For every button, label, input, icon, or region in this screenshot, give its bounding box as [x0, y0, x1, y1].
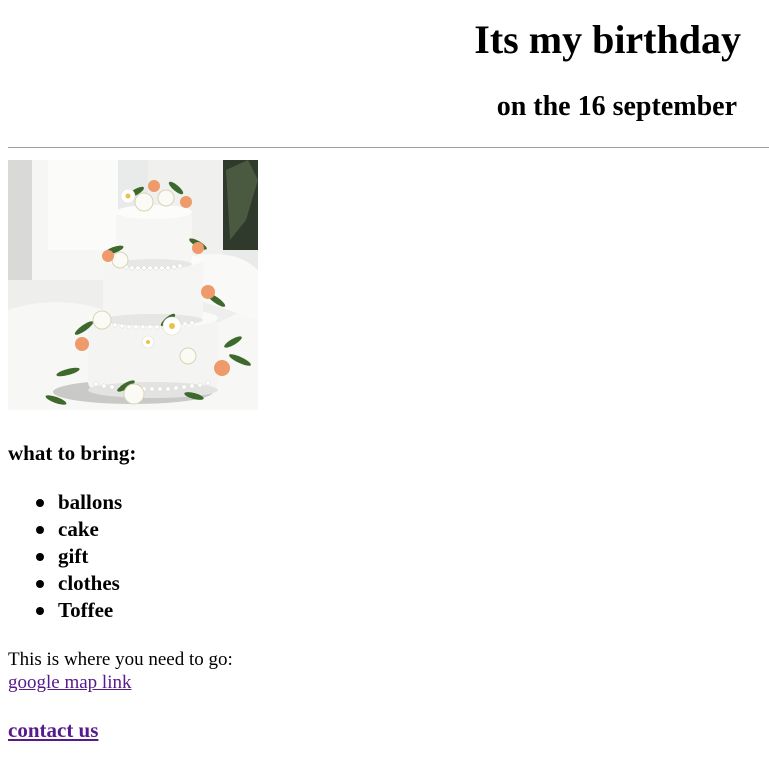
- page-subtitle: on the 16 september: [496, 91, 737, 122]
- list-item: Toffee: [36, 597, 122, 624]
- bullet-icon: [36, 499, 44, 507]
- bullet-icon: [36, 526, 44, 534]
- bring-heading: what to bring:: [8, 441, 137, 465]
- list-item-label: ballons: [58, 490, 123, 514]
- list-item-label: gift: [58, 544, 89, 568]
- list-item-label: Toffee: [58, 598, 114, 622]
- directions-paragraph: This is where you need to go: google map…: [8, 648, 233, 694]
- cake-image: [8, 160, 258, 410]
- bring-list: ballons cake gift clothes Toffee: [8, 489, 122, 624]
- list-item: clothes: [36, 570, 122, 597]
- bullet-icon: [36, 580, 44, 588]
- divider: [8, 147, 769, 148]
- contact-heading: contact us: [8, 717, 98, 743]
- list-item-label: cake: [58, 517, 99, 541]
- page: Its my birthday on the 16 september what…: [0, 0, 769, 769]
- list-item: ballons: [36, 489, 123, 516]
- list-item: gift: [36, 543, 122, 570]
- contact-us-link[interactable]: contact us: [8, 718, 98, 742]
- google-map-link[interactable]: google map link: [8, 672, 131, 693]
- page-title: Its my birthday: [474, 17, 741, 62]
- bullet-icon: [36, 607, 44, 615]
- list-item: cake: [36, 516, 122, 543]
- list-item-label: clothes: [58, 571, 120, 595]
- directions-text: This is where you need to go:: [8, 649, 233, 670]
- bullet-icon: [36, 553, 44, 561]
